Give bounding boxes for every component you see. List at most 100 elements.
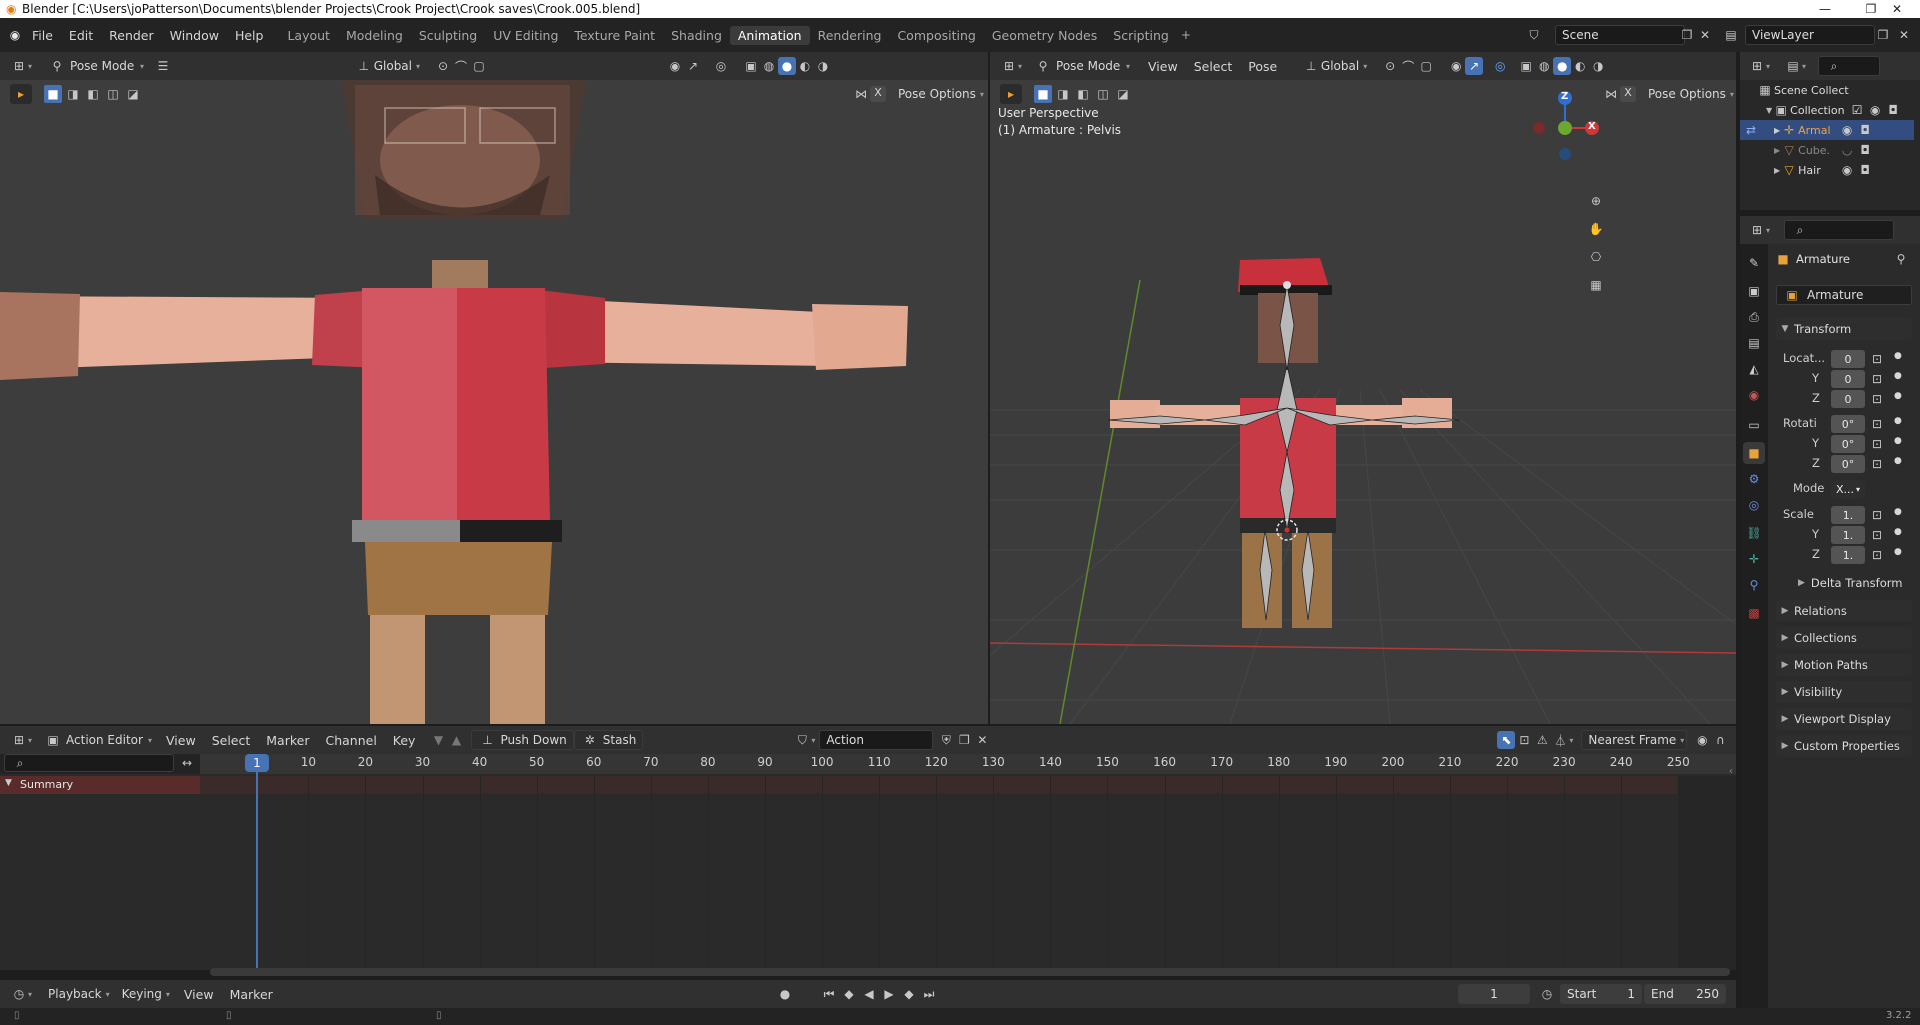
pivot-icon[interactable]: ⊙ xyxy=(434,57,452,75)
timeline-editor-icon[interactable]: ◷ xyxy=(10,985,28,1003)
start-frame-field[interactable]: Start 1 xyxy=(1560,984,1642,1004)
scene-field[interactable]: Scene xyxy=(1555,25,1685,45)
navigation-gizmo[interactable]: Z X xyxy=(1520,86,1610,176)
view-layer-tab-icon[interactable]: ▤ xyxy=(1743,332,1765,354)
menu-file[interactable]: File xyxy=(24,28,61,43)
snap-icon-right[interactable]: ⌒ xyxy=(1399,57,1417,75)
camera-icon[interactable]: ⎔ xyxy=(1587,248,1605,266)
rotation-mode-dropdown[interactable]: X... ▾ xyxy=(1831,480,1865,498)
jump-start-icon[interactable]: ⏮ xyxy=(820,985,838,1003)
new-action-icon[interactable]: ❐ xyxy=(955,731,973,749)
tab-geometry-nodes[interactable]: Geometry Nodes xyxy=(984,26,1105,45)
view-layer-field[interactable]: ViewLayer xyxy=(1745,25,1875,45)
relations-panel-header[interactable]: ▶ Relations xyxy=(1776,600,1912,622)
overlay-icon-right[interactable]: ◎ xyxy=(1491,57,1509,75)
orientation-dropdown[interactable]: ⊥ Global ▾ xyxy=(352,56,426,76)
lock-icon[interactable]: ⊡ xyxy=(1868,506,1886,524)
current-frame-indicator[interactable]: 1 xyxy=(245,754,269,772)
action-name-field[interactable]: Action xyxy=(819,730,934,750)
lock-icon[interactable]: ⊡ xyxy=(1868,350,1886,368)
select-tool-icon-right[interactable]: ▸ xyxy=(1000,84,1022,104)
blender-menu-icon[interactable]: ◉ xyxy=(6,26,24,44)
channel-search-field[interactable]: ⌕ xyxy=(4,754,174,772)
select-intersect-icon-right[interactable]: ◪ xyxy=(1114,85,1132,103)
visibility-panel-header[interactable]: ▶ Visibility xyxy=(1776,681,1912,703)
add-workspace-icon[interactable]: + xyxy=(1177,26,1195,44)
location-z-field[interactable]: 0 xyxy=(1831,390,1865,408)
push-down-button[interactable]: ⊥ Push Down xyxy=(471,730,574,750)
keyframe-dot-icon[interactable]: ● xyxy=(1894,436,1902,446)
collapse-icon[interactable]: ‹ xyxy=(1722,762,1740,780)
material-shading-icon-right[interactable]: ◐ xyxy=(1571,57,1589,75)
left-viewport[interactable]: ▸ ■ ◨ ◧ ◫ ◪ ⋈ X Pose Options ▾ xyxy=(0,80,988,724)
physics-tab-icon[interactable]: ◎ xyxy=(1743,494,1765,516)
hand-icon[interactable]: ✋ xyxy=(1587,220,1605,238)
pivot-icon-right[interactable]: ⊙ xyxy=(1381,57,1399,75)
keyframe-dot-icon[interactable]: ● xyxy=(1894,371,1902,381)
tab-uv-editing[interactable]: UV Editing xyxy=(485,26,566,45)
eye-icon[interactable]: ◉ xyxy=(1838,161,1856,179)
remove-scene-icon[interactable]: ✕ xyxy=(1696,26,1714,44)
transform-panel-header[interactable]: ▼ Transform xyxy=(1776,318,1912,340)
menu-edit[interactable]: Edit xyxy=(61,28,101,43)
view-menu-footer[interactable]: View xyxy=(176,987,222,1002)
object-tab-icon[interactable]: ■ xyxy=(1743,442,1765,464)
view-menu[interactable]: View xyxy=(1140,59,1186,74)
outliner-item-cube[interactable]: ▶ ▽ Cube. ◡ ◘ xyxy=(1740,140,1914,160)
new-scene-icon[interactable]: ❐ xyxy=(1678,26,1696,44)
properties-search[interactable]: ⌕ xyxy=(1784,220,1895,240)
gizmo-icon-right[interactable]: ↗ xyxy=(1465,57,1484,75)
object-name-field[interactable]: ▣ Armature xyxy=(1776,285,1912,305)
location-x-field[interactable]: 0 xyxy=(1831,350,1865,368)
solid-shading-icon-right[interactable]: ● xyxy=(1553,57,1572,75)
current-frame-field[interactable]: 1 xyxy=(1458,984,1530,1004)
delta-transform-subpanel[interactable]: ▶ Delta Transform xyxy=(1798,576,1902,590)
tab-sculpting[interactable]: Sculpting xyxy=(411,26,485,45)
outliner-search[interactable]: ⌕ xyxy=(1818,56,1881,76)
camera-icon[interactable]: ◘ xyxy=(1884,101,1902,119)
tab-compositing[interactable]: Compositing xyxy=(889,26,983,45)
play-icon[interactable]: ▶ xyxy=(880,985,898,1003)
lock-icon[interactable]: ⊡ xyxy=(1868,370,1886,388)
rotation-z-field[interactable]: 0° xyxy=(1831,455,1865,473)
record-icon[interactable]: ● xyxy=(776,985,794,1003)
keyframe-dot-icon[interactable]: ● xyxy=(1894,416,1902,426)
timeline-scrollbar[interactable] xyxy=(210,968,1730,976)
tab-texture-paint[interactable]: Texture Paint xyxy=(566,26,663,45)
outliner-collection-row[interactable]: ▼ ▣ Collection ☑ ◉ ◘ xyxy=(1740,100,1914,120)
tab-layout[interactable]: Layout xyxy=(279,26,338,45)
select-menu[interactable]: Select xyxy=(1186,59,1241,74)
end-frame-field[interactable]: End 250 xyxy=(1644,984,1726,1004)
rotation-y-field[interactable]: 0° xyxy=(1831,435,1865,453)
collections-panel-header[interactable]: ▶ Collections xyxy=(1776,627,1912,649)
grid-icon[interactable]: ▦ xyxy=(1587,276,1605,294)
eye-icon[interactable]: ◉ xyxy=(1838,121,1856,139)
hamburger-icon[interactable]: ☰ xyxy=(154,57,172,75)
material-shading-icon[interactable]: ◐ xyxy=(796,57,814,75)
custom-properties-panel-header[interactable]: ▶ Custom Properties xyxy=(1776,735,1912,757)
summary-track[interactable] xyxy=(200,776,1736,794)
menu-render[interactable]: Render xyxy=(101,28,162,43)
modifier-tab-icon[interactable]: ⚙ xyxy=(1743,468,1765,490)
keyframe-dot-icon[interactable]: ● xyxy=(1894,547,1902,557)
snap-target-icon-right[interactable]: ▢ xyxy=(1417,57,1435,75)
keying-dropdown[interactable]: Keying ▾ xyxy=(116,984,176,1004)
show-hidden-icon[interactable]: ⊡ xyxy=(1515,731,1533,749)
action-datablock-icon[interactable]: ⛉ xyxy=(793,731,811,749)
play-reverse-icon[interactable]: ◀ xyxy=(860,985,878,1003)
lock-icon[interactable]: ⊡ xyxy=(1868,435,1886,453)
channel-menu-timeline[interactable]: Channel xyxy=(317,733,384,748)
visibility-icon-right[interactable]: ◉ xyxy=(1447,57,1465,75)
outliner-item-hair[interactable]: ▶ ▽ Hair ◉ ◘ xyxy=(1740,160,1914,180)
scene-icon[interactable]: ⛉ xyxy=(1525,26,1543,44)
jump-end-icon[interactable]: ⏭ xyxy=(920,985,938,1003)
move-up-icon[interactable]: ▲ xyxy=(447,731,465,749)
select-new-icon-right[interactable]: ■ xyxy=(1034,85,1052,103)
tab-shading[interactable]: Shading xyxy=(663,26,730,45)
armature-data-tab-icon[interactable]: ✛ xyxy=(1743,548,1765,570)
swap-icon[interactable]: ↔ xyxy=(178,754,196,772)
lock-icon[interactable]: ⊡ xyxy=(1868,546,1886,564)
xray-icon-right[interactable]: ▣ xyxy=(1517,57,1535,75)
render-tab-icon[interactable]: ▣ xyxy=(1743,280,1765,302)
next-keyframe-icon[interactable]: ◆ xyxy=(900,985,918,1003)
